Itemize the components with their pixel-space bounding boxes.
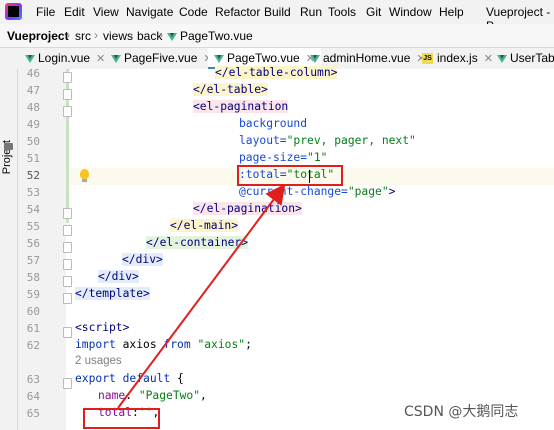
watermark: CSDN @大鹅同志 <box>404 404 519 420</box>
annotation-arrow <box>117 183 286 409</box>
